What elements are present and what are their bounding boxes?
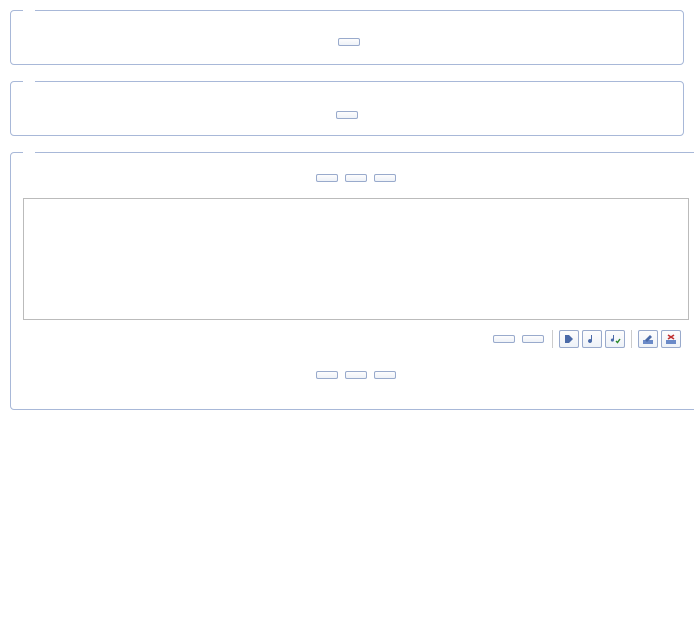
tab-tool-note-icon[interactable] <box>582 330 602 348</box>
tabgrids-fieldset <box>10 152 694 410</box>
tab-delete-icon[interactable] <box>661 330 681 348</box>
insert-snippet-bottom-button[interactable] <box>345 371 367 379</box>
insert-snippet-top-button[interactable] <box>345 174 367 182</box>
paste-tabgrid-top-button[interactable] <box>374 174 396 182</box>
tab-edit-icon[interactable] <box>638 330 658 348</box>
copy-button[interactable] <box>493 335 515 343</box>
chords-fieldset <box>10 81 684 136</box>
key-info-fieldset <box>10 10 684 65</box>
tab-tool-arrow-icon[interactable] <box>559 330 579 348</box>
tab-tool-notecheck-icon[interactable] <box>605 330 625 348</box>
add-tabgrid-top-button[interactable] <box>316 174 338 182</box>
cut-button[interactable] <box>522 335 544 343</box>
paste-tabgrid-bottom-button[interactable] <box>374 371 396 379</box>
tab-canvas[interactable] <box>23 198 689 320</box>
add-tabgrid-bottom-button[interactable] <box>316 371 338 379</box>
validation-toggle-button[interactable] <box>338 38 360 46</box>
add-chord-box-button[interactable] <box>336 111 358 119</box>
